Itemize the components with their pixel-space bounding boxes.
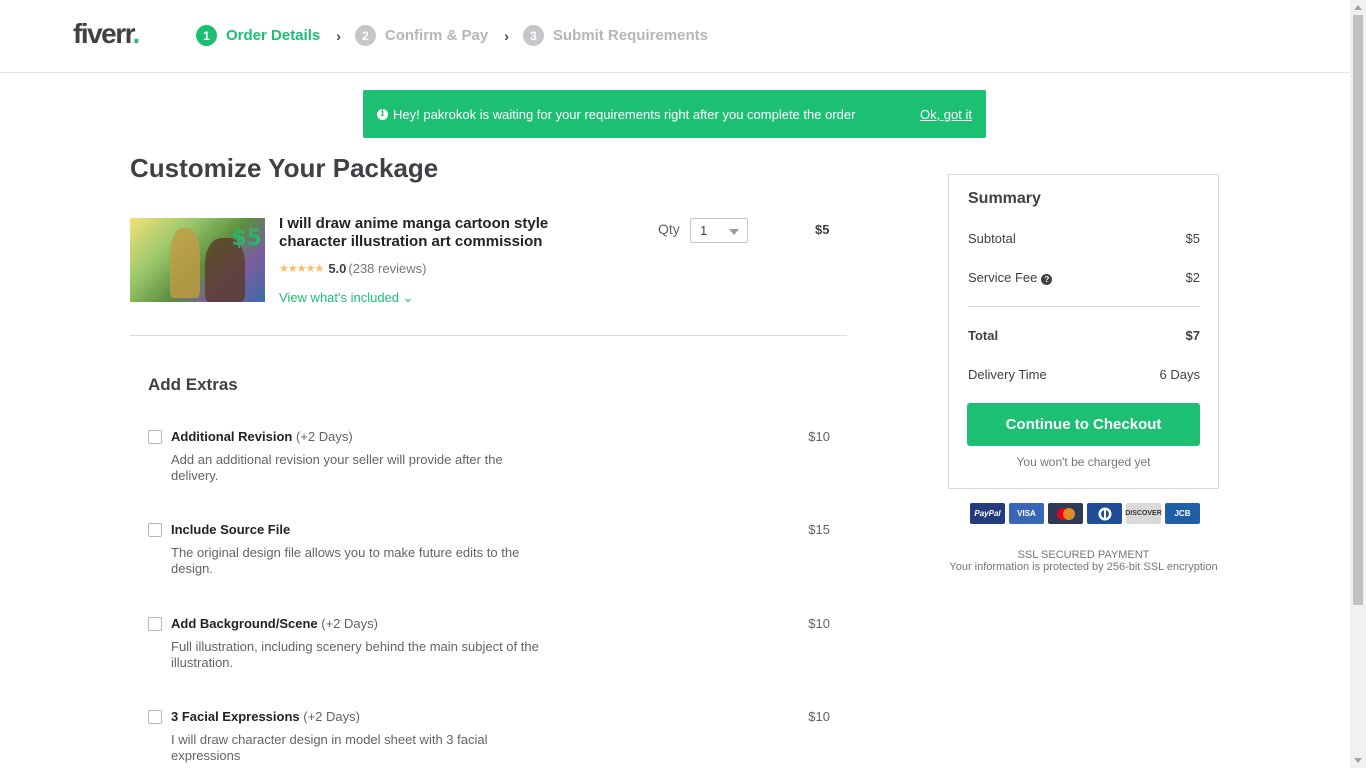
ssl-secure-note: SSL SECURED PAYMENT Your information is … xyxy=(948,549,1219,573)
step-order-details[interactable]: 1 Order Details xyxy=(196,25,320,46)
ok-got-it-link[interactable]: Ok, got it xyxy=(920,107,972,122)
extra-checkbox[interactable] xyxy=(148,710,162,724)
step-number: 1 xyxy=(196,25,217,46)
extra-price: $15 xyxy=(808,522,830,537)
paypal-icon: PayPal xyxy=(970,503,1005,524)
extra-checkbox[interactable] xyxy=(148,430,162,444)
service-fee-label: Service Fee? xyxy=(968,270,1053,285)
top-header: fiverr. 1 Order Details › 2 Confirm & Pa… xyxy=(0,0,1350,73)
scrollbar-thumb[interactable] xyxy=(1353,15,1363,605)
diners-circle xyxy=(1098,507,1111,520)
extra-name-text: Add Background/Scene xyxy=(171,616,318,631)
delivery-time-label: Delivery Time xyxy=(968,367,1047,382)
star-icon: ★★★★★ xyxy=(279,263,324,275)
extra-description: I will draw character design in model sh… xyxy=(171,732,488,763)
gig-thumbnail[interactable]: $5 xyxy=(130,218,265,302)
diners-club-icon xyxy=(1087,503,1122,524)
step-number: 3 xyxy=(522,25,544,46)
service-fee-row: Service Fee? $2 xyxy=(968,270,1200,285)
discover-icon: DISCOVER xyxy=(1125,503,1162,524)
extra-name: Include Source File xyxy=(171,522,290,537)
visa-icon: VISA xyxy=(1009,503,1044,524)
ssl-title: SSL SECURED PAYMENT xyxy=(1017,549,1150,561)
step-number: 2 xyxy=(354,25,376,46)
fiverr-logo[interactable]: fiverr. xyxy=(73,18,141,50)
step-label: Order Details xyxy=(226,27,321,44)
rating-value: 5.0 xyxy=(328,261,347,276)
caret-down-icon xyxy=(729,229,739,235)
extra-name: Add Background/Scene (+2 Days) xyxy=(171,616,378,631)
extras-title: Add Extras xyxy=(148,375,238,394)
extra-days: (+2 Days) xyxy=(321,616,378,631)
notice-text: Hey! pakrokok is waiting for your requir… xyxy=(393,106,856,122)
scroll-up-arrow-icon[interactable] xyxy=(1354,5,1362,10)
subtotal-label: Subtotal xyxy=(968,231,1016,246)
subtotal-row: Subtotal $5 xyxy=(968,231,1200,246)
checkout-steps: 1 Order Details › 2 Confirm & Pay › 3 Su… xyxy=(196,25,708,46)
extra-name-text: Include Source File xyxy=(171,522,291,537)
page-title: Customize Your Package xyxy=(130,153,439,183)
scroll-down-arrow-icon[interactable] xyxy=(1354,758,1362,763)
extra-price: $10 xyxy=(808,429,830,444)
extra-description: The original design file allows you to m… xyxy=(171,545,520,576)
qty-select[interactable]: 1 xyxy=(690,218,748,243)
extra-price: $10 xyxy=(808,616,830,631)
thumb-price-badge: $5 xyxy=(231,226,262,251)
chevron-right-icon: › xyxy=(504,27,509,44)
total-label: Total xyxy=(968,328,999,343)
extra-description: Add an additional revision your seller w… xyxy=(171,452,503,483)
delivery-time-row: Delivery Time 6 Days xyxy=(968,367,1200,382)
gig-rating: ★★★★★ 5.0 (238 reviews) xyxy=(279,261,426,276)
review-count: (238 reviews) xyxy=(348,261,427,276)
jcb-icon: JCB xyxy=(1165,503,1200,524)
mastercard-icon xyxy=(1048,503,1083,524)
mastercard-circles xyxy=(1056,507,1075,520)
summary-title: Summary xyxy=(968,190,1041,207)
gig-package-row: $5 I will draw anime manga cartoon style… xyxy=(130,215,847,336)
no-charge-note: You won't be charged yet xyxy=(1016,455,1151,469)
service-fee-text: Service Fee xyxy=(968,270,1038,285)
extra-name-text: Additional Revision xyxy=(171,429,293,444)
step-label: Confirm & Pay xyxy=(384,27,489,44)
total-value: $7 xyxy=(1185,328,1200,343)
gig-price: $5 xyxy=(815,222,830,237)
payment-methods: PayPal VISA DISCOVER JCB xyxy=(970,503,1200,524)
extra-name: Additional Revision (+2 Days) xyxy=(171,429,353,444)
summary-divider xyxy=(968,306,1200,307)
extra-price: $10 xyxy=(808,709,830,724)
step-submit-requirements[interactable]: 3 Submit Requirements xyxy=(522,25,708,46)
gig-title[interactable]: I will draw anime manga cartoon style ch… xyxy=(279,215,569,251)
qty-value: 1 xyxy=(700,223,708,238)
extra-days: (+2 Days) xyxy=(303,709,360,724)
order-summary: Summary Subtotal $5 Service Fee? $2 Tota… xyxy=(948,174,1219,489)
step-label: Submit Requirements xyxy=(552,27,708,44)
step-confirm-pay[interactable]: 2 Confirm & Pay xyxy=(354,25,489,46)
requirements-notice: i Hey! pakrokok is waiting for your requ… xyxy=(363,90,986,138)
logo-text: fiverr xyxy=(73,18,134,49)
service-fee-value: $2 xyxy=(1185,270,1200,285)
extra-name-text: 3 Facial Expressions xyxy=(171,709,300,724)
question-icon[interactable]: ? xyxy=(1041,274,1053,285)
view-included-link[interactable]: View what's included ⌄ xyxy=(279,290,414,306)
continue-to-checkout-button[interactable]: Continue to Checkout xyxy=(967,403,1200,446)
total-row: Total $7 xyxy=(968,328,1200,343)
subtotal-value: $5 xyxy=(1185,231,1200,246)
extra-name: 3 Facial Expressions (+2 Days) xyxy=(171,709,360,724)
thumb-figure xyxy=(170,228,200,298)
extra-checkbox[interactable] xyxy=(148,523,162,537)
qty-label: Qty xyxy=(658,221,680,237)
delivery-time-value: 6 Days xyxy=(1159,367,1200,382)
extra-days: (+2 Days) xyxy=(295,429,353,444)
extra-checkbox[interactable] xyxy=(148,617,162,631)
chevron-right-icon: › xyxy=(336,27,341,44)
info-icon: i xyxy=(377,108,388,120)
extra-description: Full illustration, including scenery beh… xyxy=(171,639,539,670)
ssl-text: Your information is protected by 256-bit… xyxy=(949,561,1218,573)
page-scrollbar[interactable] xyxy=(1350,0,1366,768)
logo-dot: . xyxy=(132,18,141,49)
